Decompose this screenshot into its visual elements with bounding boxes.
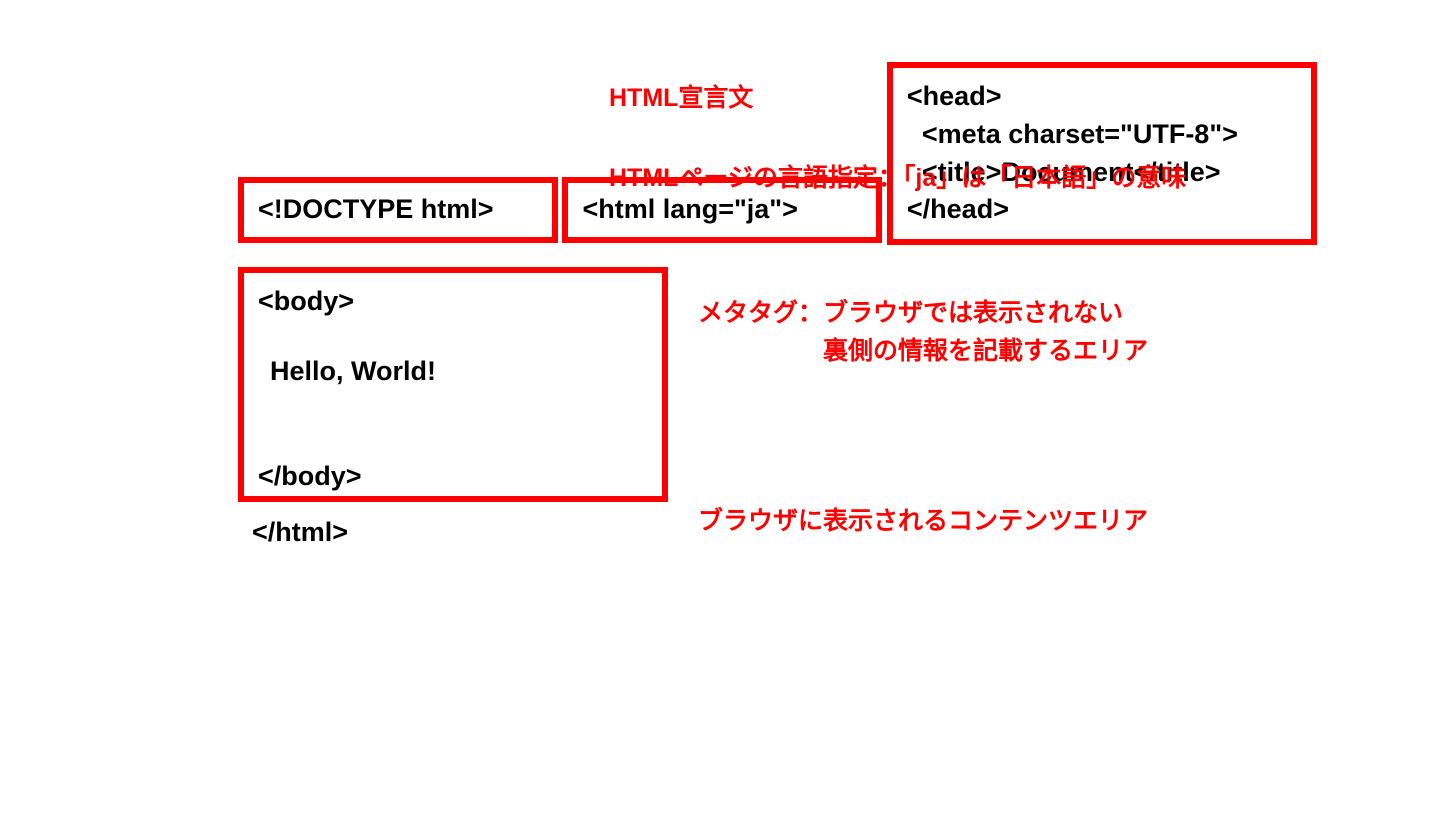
doctype-box: <!DOCTYPE html> [238, 177, 558, 243]
body-open-code: <body> [258, 283, 354, 321]
head-box: <head> <meta charset="UTF-8"> <title>Doc… [887, 62, 1317, 245]
doctype-code: <!DOCTYPE html> [258, 191, 538, 229]
body-box: <body> Hello, World! </body> [238, 267, 668, 502]
body-annotation: ブラウザに表示されるコンテンツエリア [698, 503, 1148, 541]
body-close-code: </body> [258, 458, 362, 496]
doctype-annotation: HTML宣言文 [609, 80, 753, 118]
html-lang-annotation: HTMLページの言語指定：「ja」は「日本語」の意味 [609, 160, 1186, 198]
head-annotation: メタタグ：ブラウザでは表示されない 裏側の情報を記載するエリア [698, 295, 1148, 370]
head-code: <head> <meta charset="UTF-8"> <title>Doc… [907, 78, 1297, 229]
body-content-code: Hello, World! [270, 353, 436, 391]
